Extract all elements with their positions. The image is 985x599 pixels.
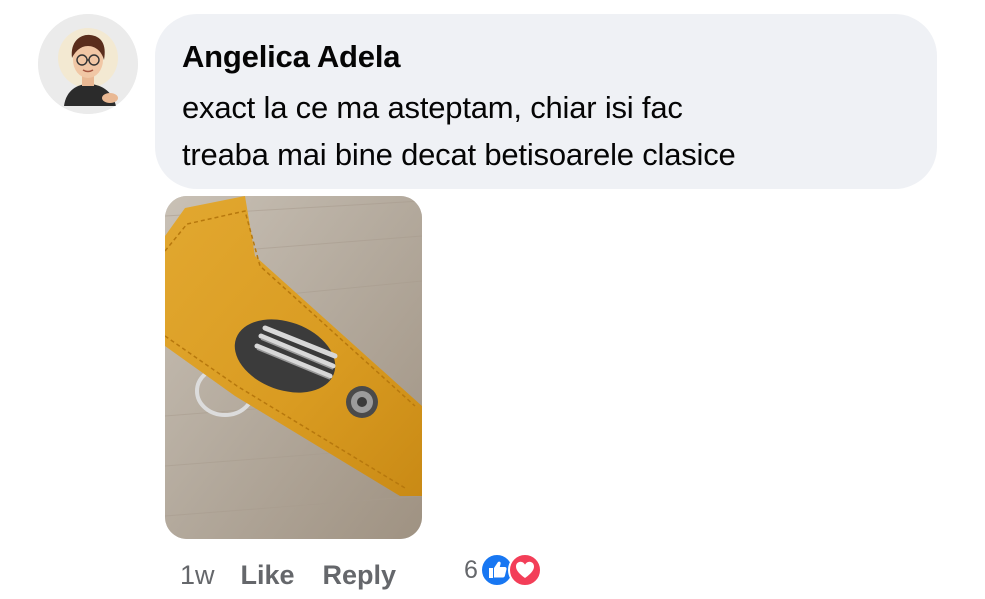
reaction-summary[interactable]: 6 bbox=[464, 550, 542, 590]
comment-text: exact la ce ma asteptam, chiar isi fac t… bbox=[182, 84, 911, 178]
comment-author[interactable]: Angelica Adela bbox=[182, 38, 911, 76]
comment-actions: 1w Like Reply bbox=[180, 557, 396, 593]
like-button[interactable]: Like bbox=[241, 560, 295, 591]
comment-timestamp[interactable]: 1w bbox=[180, 560, 215, 591]
comment-text-line: treaba mai bine decat betisoarele clasic… bbox=[182, 137, 736, 172]
comment: Angelica Adela exact la ce ma asteptam, … bbox=[0, 0, 985, 599]
comment-bubble: Angelica Adela exact la ce ma asteptam, … bbox=[155, 14, 937, 189]
love-icon bbox=[507, 553, 542, 587]
avatar[interactable] bbox=[38, 14, 138, 114]
reply-button[interactable]: Reply bbox=[323, 560, 397, 591]
comment-text-line: exact la ce ma asteptam, chiar isi fac bbox=[182, 90, 683, 125]
comment-photo[interactable] bbox=[165, 196, 422, 539]
photo-keychain-earwax-tools-icon bbox=[165, 196, 422, 539]
avatar-portrait-icon bbox=[38, 14, 138, 114]
reaction-count: 6 bbox=[464, 555, 478, 584]
